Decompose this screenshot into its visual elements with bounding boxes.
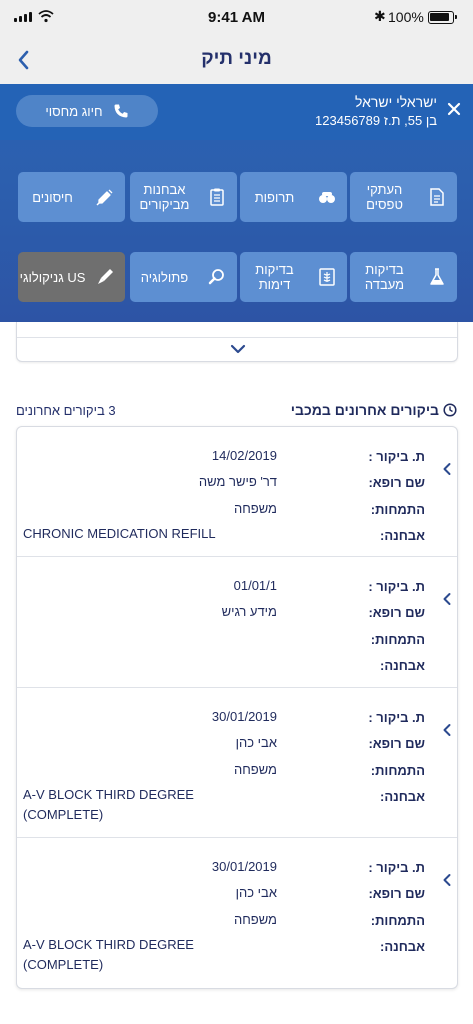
battery-percent: 100% — [388, 9, 424, 25]
visit-specialty-label: התמחות: — [370, 913, 425, 928]
status-bar: 9:41 AM ✱ 100% — [0, 0, 473, 36]
close-icon[interactable] — [445, 100, 463, 118]
visit-doctor: אבי כהן — [235, 885, 277, 900]
expand-panel — [16, 322, 458, 362]
visit-diagnosis-label: אבחנה: — [379, 528, 425, 543]
visit-specialty-label: התמחות: — [370, 763, 425, 778]
visit-diagnosis: CHRONIC MEDICATION REFILL — [23, 526, 216, 541]
visit-specialty: משפחה — [233, 501, 277, 516]
tile-label: העתקי טפסים — [366, 182, 403, 212]
visit-specialty: משפחה — [233, 912, 277, 927]
visit-doctor: דר' פישר משה — [198, 474, 277, 489]
tile-label: בדיקות דימות — [255, 262, 294, 292]
visit-date-label: ת. ביקור : — [368, 710, 425, 725]
xray-icon — [319, 268, 335, 286]
tile-label: חיסונים — [32, 189, 73, 205]
chevron-left-icon — [443, 593, 451, 605]
visit-specialty-label: התמחות: — [370, 632, 425, 647]
visit-diagnosis-label: אבחנה: — [379, 658, 425, 673]
patient-info: בן 55, ת.ז 123456789 — [315, 113, 437, 128]
dial-button[interactable]: חיוג מחסוי — [16, 95, 158, 127]
tile-pathology[interactable]: פתולוגיה — [130, 252, 237, 302]
visit-date-label: ת. ביקור : — [368, 449, 425, 464]
visit-doctor-label: שם רופא: — [368, 886, 425, 901]
patient-bar: ישראלי ישראל בן 55, ת.ז 123456789 חיוג מ… — [0, 84, 473, 140]
visits-section-title: ביקורים אחרונים במכבי — [291, 402, 457, 418]
visit-date: 14/02/2019 — [211, 448, 277, 463]
tile-gyn-us[interactable]: US גניקולוגי — [18, 252, 125, 302]
tile-label: בדיקות מעבדה — [364, 262, 405, 292]
divider — [17, 337, 457, 338]
visit-date: 30/01/2019 — [211, 709, 277, 724]
tile-vaccinations[interactable]: חיסונים — [18, 172, 125, 222]
visit-doctor-label: שם רופא: — [368, 475, 425, 490]
visit-diagnosis: A-V BLOCK THIRD DEGREE (COMPLETE) — [23, 787, 194, 822]
visit-diagnosis-label: אבחנה: — [379, 939, 425, 954]
chevron-down-icon[interactable] — [228, 342, 248, 356]
probe-icon — [98, 269, 113, 284]
visit-diagnosis: A-V BLOCK THIRD DEGREE (COMPLETE) — [23, 937, 194, 972]
flask-icon — [430, 268, 444, 285]
tile-medications[interactable]: תרופות — [240, 172, 347, 222]
patient-name: ישראלי ישראל — [354, 94, 437, 110]
tile-form-copies[interactable]: העתקי טפסים — [350, 172, 457, 222]
visit-doctor: אבי כהן — [235, 735, 277, 750]
visit-doctor-label: שם רופא: — [368, 605, 425, 620]
tile-lab-tests[interactable]: בדיקות מעבדה — [350, 252, 457, 302]
tile-label: תרופות — [254, 189, 295, 205]
patient-header: ישראלי ישראל בן 55, ת.ז 123456789 חיוג מ… — [0, 84, 473, 322]
tile-label: פתולוגיה — [140, 269, 189, 285]
visit-date: 30/01/2019 — [211, 859, 277, 874]
chevron-left-icon — [443, 724, 451, 736]
visit-specialty-label: התמחות: — [370, 502, 425, 517]
chevron-left-icon — [443, 874, 451, 886]
visit-date-label: ת. ביקור : — [368, 860, 425, 875]
phone-icon — [114, 104, 128, 118]
visit-card[interactable]: ת. ביקור : 14/02/2019 שם רופא: דר' פישר … — [17, 427, 457, 557]
clock-icon — [443, 403, 457, 417]
visit-doctor-label: שם רופא: — [368, 736, 425, 751]
visit-list: ת. ביקור : 14/02/2019 שם רופא: דר' פישר … — [16, 426, 458, 989]
document-icon — [430, 188, 444, 206]
clipboard-icon — [210, 188, 224, 206]
tile-label: אבחנות מביקורים — [139, 182, 190, 212]
microscope-icon — [208, 269, 224, 285]
syringe-icon — [96, 189, 113, 206]
visits-count: 3 ביקורים אחרונים — [16, 403, 116, 418]
visit-diagnosis-label: אבחנה: — [379, 789, 425, 804]
visit-card[interactable]: ת. ביקור : 01/01/1 שם רופא: מידע רגיש הת… — [17, 557, 457, 688]
tile-label: US גניקולוגי — [19, 269, 86, 285]
dial-button-label: חיוג מחסוי — [45, 103, 103, 119]
visit-card[interactable]: ת. ביקור : 30/01/2019 שם רופא: אבי כהן ה… — [17, 688, 457, 838]
tile-imaging[interactable]: בדיקות דימות — [240, 252, 347, 302]
bluetooth-icon: ✱ — [374, 8, 386, 24]
tile-visit-diagnoses[interactable]: אבחנות מביקורים — [130, 172, 237, 222]
chevron-left-icon — [443, 463, 451, 475]
nav-bar: מיני תיק — [0, 36, 473, 84]
visit-doctor: מידע רגיש — [221, 604, 277, 619]
visit-date-label: ת. ביקור : — [368, 579, 425, 594]
battery-icon — [428, 11, 457, 24]
page-title: מיני תיק — [201, 48, 272, 69]
visit-date: 01/01/1 — [233, 578, 277, 593]
visit-card[interactable]: ת. ביקור : 30/01/2019 שם רופא: אבי כהן ה… — [17, 838, 457, 988]
visits-title-text: ביקורים אחרונים במכבי — [290, 402, 439, 418]
visit-specialty: משפחה — [233, 762, 277, 777]
pills-icon — [319, 192, 335, 203]
